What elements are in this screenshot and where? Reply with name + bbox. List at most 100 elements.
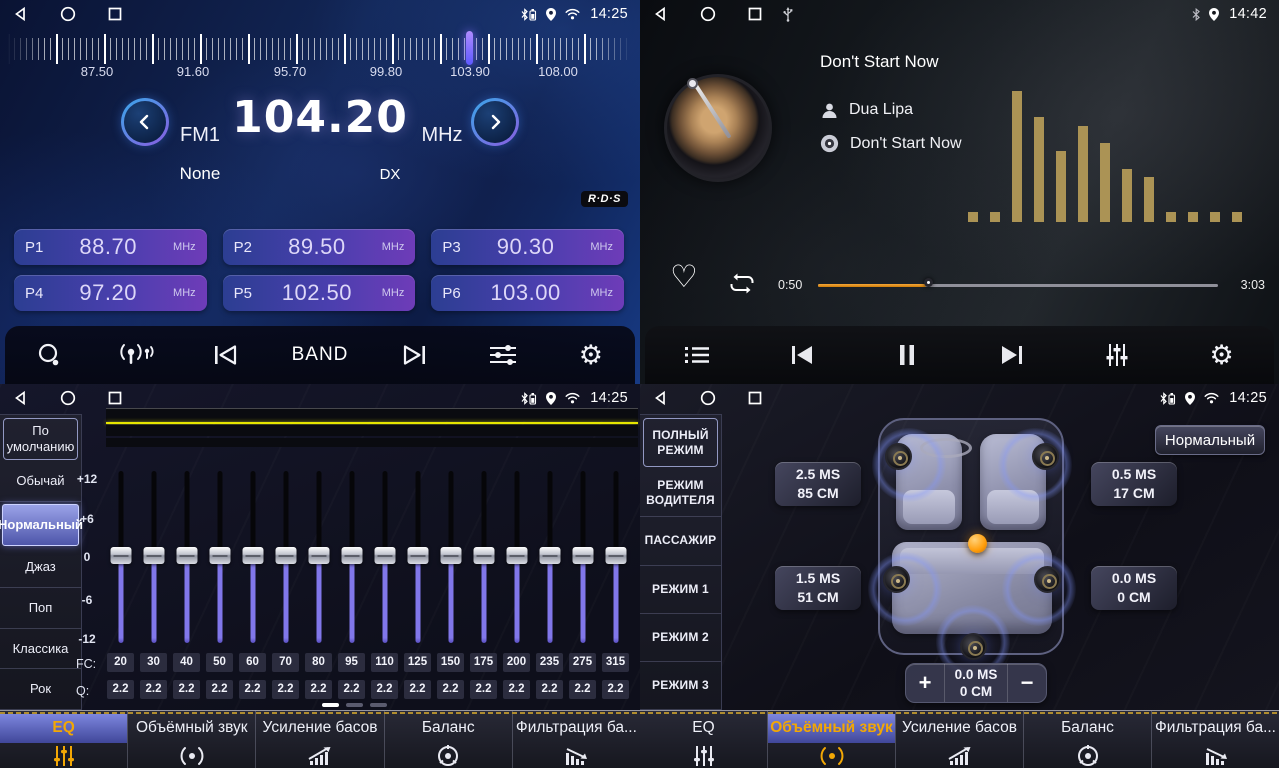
- eq-band-slider[interactable]: [434, 471, 467, 643]
- fc-value[interactable]: 95: [338, 653, 365, 672]
- fc-value[interactable]: 70: [272, 653, 299, 672]
- q-value[interactable]: 2.2: [536, 680, 563, 699]
- eq-preset-jazz[interactable]: Джаз: [0, 548, 81, 589]
- q-value[interactable]: 2.2: [173, 680, 200, 699]
- fc-value[interactable]: 110: [371, 653, 398, 672]
- q-value[interactable]: 2.2: [503, 680, 530, 699]
- fc-value[interactable]: 40: [173, 653, 200, 672]
- eq-preset-custom[interactable]: Обычай: [0, 462, 81, 503]
- slider-knob[interactable]: [572, 547, 593, 564]
- tune-down-button[interactable]: [121, 98, 169, 146]
- eq-preset-rock[interactable]: Рок: [0, 669, 81, 710]
- eq-band-slider[interactable]: [566, 471, 599, 643]
- front-right-delay[interactable]: 0.5 MS 17 CM: [1091, 462, 1177, 506]
- tab-balance[interactable]: Баланс: [385, 711, 513, 768]
- nav-home-icon[interactable]: [59, 390, 76, 407]
- q-value[interactable]: 2.2: [371, 680, 398, 699]
- surround-preset-button[interactable]: Нормальный: [1155, 425, 1265, 455]
- slider-knob[interactable]: [242, 547, 263, 564]
- eq-band-slider[interactable]: [236, 471, 269, 643]
- tab-balance[interactable]: Баланс: [1024, 711, 1152, 768]
- nav-home-icon[interactable]: [699, 6, 716, 23]
- nav-back-icon[interactable]: [12, 390, 29, 407]
- mode-full[interactable]: ПОЛНЫЙ РЕЖИМ: [643, 418, 718, 467]
- tune-up-button[interactable]: [471, 98, 519, 146]
- progress-handle[interactable]: [924, 278, 933, 287]
- tab-surround[interactable]: Объёмный звук: [128, 711, 256, 768]
- eq-band-slider[interactable]: [500, 471, 533, 643]
- progress-bar[interactable]: [818, 284, 1218, 287]
- previous-track-button[interactable]: [780, 333, 824, 377]
- eq-band-slider[interactable]: [104, 471, 137, 643]
- favorite-heart-icon[interactable]: ♡: [670, 262, 698, 293]
- slider-knob[interactable]: [341, 547, 362, 564]
- slider-knob[interactable]: [374, 547, 395, 564]
- broadcast-button[interactable]: [115, 333, 159, 377]
- tab-filter[interactable]: Фильтрация ба...: [1152, 711, 1279, 768]
- nav-recents-icon[interactable]: [106, 6, 123, 23]
- nav-back-icon[interactable]: [652, 390, 669, 407]
- slider-knob[interactable]: [275, 547, 296, 564]
- mode-passenger[interactable]: ПАССАЖИР: [640, 517, 721, 565]
- q-value[interactable]: 2.2: [206, 680, 233, 699]
- nav-home-icon[interactable]: [699, 390, 716, 407]
- slider-knob[interactable]: [110, 547, 131, 564]
- front-left-delay[interactable]: 2.5 MS 85 CM: [775, 462, 861, 506]
- playlist-button[interactable]: [675, 333, 719, 377]
- radio-preset[interactable]: P3 90.30 MHz: [431, 229, 624, 265]
- nav-recents-icon[interactable]: [746, 6, 763, 23]
- audio-settings-button[interactable]: [481, 333, 525, 377]
- scan-button[interactable]: [27, 333, 71, 377]
- fc-value[interactable]: 315: [602, 653, 629, 672]
- mode-3[interactable]: РЕЖИМ 3: [640, 662, 721, 710]
- q-value[interactable]: 2.2: [239, 680, 266, 699]
- subwoofer-icon[interactable]: [960, 633, 987, 660]
- settings-gear-icon[interactable]: ⚙: [1200, 333, 1244, 377]
- rear-right-delay[interactable]: 0.0 MS 0 CM: [1091, 566, 1177, 610]
- q-value[interactable]: 2.2: [338, 680, 365, 699]
- front-right-speaker-icon[interactable]: [1032, 443, 1059, 470]
- q-value[interactable]: 2.2: [569, 680, 596, 699]
- pause-button[interactable]: [885, 333, 929, 377]
- eq-band-slider[interactable]: [137, 471, 170, 643]
- q-value[interactable]: 2.2: [437, 680, 464, 699]
- eq-band-slider[interactable]: [401, 471, 434, 643]
- fc-value[interactable]: 175: [470, 653, 497, 672]
- q-value[interactable]: 2.2: [404, 680, 431, 699]
- slider-knob[interactable]: [209, 547, 230, 564]
- tab-eq[interactable]: EQ: [640, 711, 768, 768]
- tab-eq[interactable]: EQ: [0, 711, 128, 768]
- tab-bass-boost[interactable]: Усиление басов: [256, 711, 384, 768]
- eq-preset-classic[interactable]: Классика: [0, 629, 81, 670]
- settings-gear-icon[interactable]: ⚙: [569, 333, 613, 377]
- slider-knob[interactable]: [308, 547, 329, 564]
- fc-value[interactable]: 275: [569, 653, 596, 672]
- fc-value[interactable]: 60: [239, 653, 266, 672]
- rear-left-delay[interactable]: 1.5 MS 51 CM: [775, 566, 861, 610]
- q-value[interactable]: 2.2: [140, 680, 167, 699]
- eq-band-slider[interactable]: [170, 471, 203, 643]
- tab-filter[interactable]: Фильтрация ба...: [513, 711, 640, 768]
- mode-driver[interactable]: РЕЖИМ ВОДИТЕЛЯ: [640, 469, 721, 517]
- eq-band-slider[interactable]: [203, 471, 236, 643]
- q-value[interactable]: 2.2: [305, 680, 332, 699]
- frequency-pointer[interactable]: [466, 31, 473, 65]
- radio-preset[interactable]: P1 88.70 MHz: [14, 229, 207, 265]
- slider-knob[interactable]: [440, 547, 461, 564]
- delay-minus-button[interactable]: −: [1008, 664, 1046, 702]
- slider-knob[interactable]: [539, 547, 560, 564]
- eq-band-slider[interactable]: [269, 471, 302, 643]
- radio-preset[interactable]: P6 103.00 MHz: [431, 275, 624, 311]
- tab-bass-boost[interactable]: Усиление басов: [896, 711, 1024, 768]
- fc-value[interactable]: 20: [107, 653, 134, 672]
- q-value[interactable]: 2.2: [107, 680, 134, 699]
- fc-value[interactable]: 80: [305, 653, 332, 672]
- nav-home-icon[interactable]: [59, 6, 76, 23]
- rear-right-speaker-icon[interactable]: [1034, 566, 1061, 593]
- rear-left-speaker-icon[interactable]: [883, 566, 910, 593]
- repeat-icon[interactable]: [728, 272, 756, 295]
- eq-preset-pop[interactable]: Поп: [0, 588, 81, 629]
- eq-band-slider[interactable]: [533, 471, 566, 643]
- eq-preset-normal[interactable]: Нормальный: [2, 504, 79, 546]
- radio-preset[interactable]: P4 97.20 MHz: [14, 275, 207, 311]
